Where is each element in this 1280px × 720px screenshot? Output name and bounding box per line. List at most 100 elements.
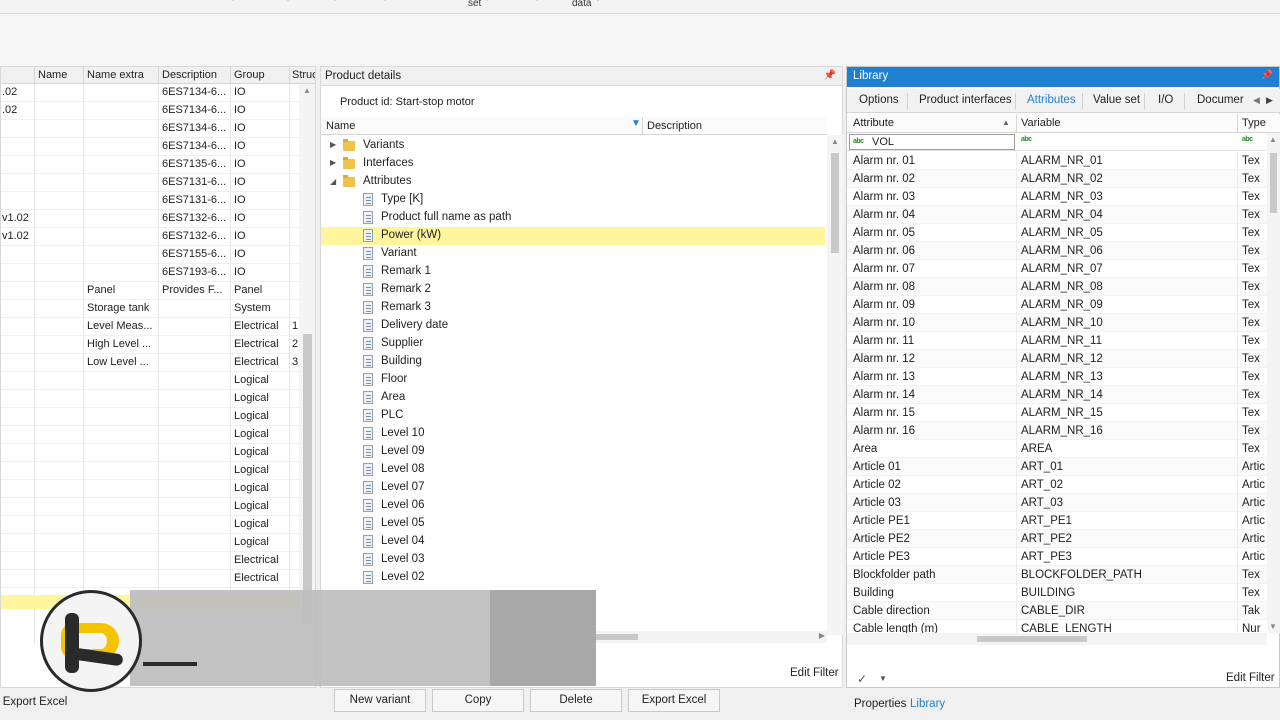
tree-item[interactable]: Type [K] [321, 191, 825, 209]
table-row[interactable]: Alarm nr. 14 ALARM_NR_14 Tex [847, 386, 1267, 404]
tree-item[interactable]: Power (kW) [321, 227, 825, 245]
tree-item[interactable]: Level 05 [321, 515, 825, 533]
chevron-left-icon[interactable]: ◀ [1253, 95, 1260, 106]
col-variable[interactable]: Variable [1021, 117, 1061, 129]
table-row[interactable]: Logical [1, 516, 299, 534]
table-row[interactable]: 6ES7131-6... IO [1, 192, 299, 210]
col-type[interactable]: Type [1242, 117, 1266, 129]
tree-item[interactable]: Remark 2 [321, 281, 825, 299]
table-row[interactable]: Panel Provides F... Panel [1, 282, 299, 300]
chevron-down-icon[interactable]: ▾ [383, 0, 387, 3]
collapse-icon[interactable]: ▶ [330, 158, 336, 167]
tree-item[interactable]: ▶ Interfaces [321, 155, 825, 173]
table-row[interactable]: Alarm nr. 13 ALARM_NR_13 Tex [847, 368, 1267, 386]
table-row[interactable]: 6ES7135-6... IO [1, 156, 299, 174]
col-structure[interactable]: Struc [292, 69, 315, 81]
abc-icon[interactable]: abc [1242, 136, 1253, 143]
col-description[interactable]: Description [162, 69, 228, 81]
collapse-icon[interactable]: ▶ [330, 140, 336, 149]
table-row[interactable]: v1.02 6ES7132-6... IO [1, 210, 299, 228]
tab-attributes[interactable]: Attributes [1027, 94, 1076, 106]
table-row[interactable]: Blockfolder path BLOCKFOLDER_PATH Tex [847, 566, 1267, 584]
tree-item[interactable]: Building [321, 353, 825, 371]
table-row[interactable]: .02 6ES7134-6... IO [1, 84, 299, 102]
edit-filter-link[interactable]: Edit Filter [1226, 672, 1275, 684]
table-row[interactable]: Logical [1, 390, 299, 408]
horizontal-scrollbar[interactable] [847, 633, 1267, 645]
table-row[interactable]: 6ES7134-6... IO [1, 120, 299, 138]
table-row[interactable]: Alarm nr. 07 ALARM_NR_07 Tex [847, 260, 1267, 278]
col-name-extra[interactable]: Name extra [87, 69, 157, 81]
scroll-up-icon[interactable]: ▲ [303, 86, 311, 95]
table-row[interactable]: Alarm nr. 02 ALARM_NR_02 Tex [847, 170, 1267, 188]
tree-item[interactable]: Supplier [321, 335, 825, 353]
table-row[interactable]: Logical [1, 372, 299, 390]
tree-item[interactable]: Variant [321, 245, 825, 263]
tab-documents[interactable]: Documer [1197, 94, 1244, 106]
ribbon-label-set[interactable]: set [468, 0, 481, 9]
table-row[interactable]: 6ES7193-6... IO [1, 264, 299, 282]
table-row[interactable]: Alarm nr. 03 ALARM_NR_03 Tex [847, 188, 1267, 206]
table-row[interactable]: Alarm nr. 08 ALARM_NR_08 Tex [847, 278, 1267, 296]
chevron-down-icon[interactable]: ▾ [485, 0, 489, 3]
table-row[interactable]: Electrical [1, 570, 299, 588]
table-row[interactable]: Alarm nr. 16 ALARM_NR_16 Tex [847, 422, 1267, 440]
table-row[interactable]: Area AREA Tex [847, 440, 1267, 458]
chevron-down-icon[interactable]: ▾ [535, 0, 539, 3]
table-row[interactable]: 6ES7155-6... IO [1, 246, 299, 264]
tree-item[interactable]: Delivery date [321, 317, 825, 335]
table-row[interactable]: Alarm nr. 11 ALARM_NR_11 Tex [847, 332, 1267, 350]
tab-properties[interactable]: Properties [854, 698, 906, 710]
tree-item[interactable]: Level 08 [321, 461, 825, 479]
tab-library[interactable]: Library [910, 698, 945, 710]
tab-value-set[interactable]: Value set [1093, 94, 1140, 106]
table-row[interactable]: 6ES7131-6... IO [1, 174, 299, 192]
table-row[interactable]: Low Level ... Electrical 3 [1, 354, 299, 372]
chevron-down-icon[interactable]: ▼ [879, 674, 887, 683]
tree-item[interactable]: Level 06 [321, 497, 825, 515]
table-row[interactable]: Logical [1, 426, 299, 444]
table-row[interactable]: 6ES7134-6... IO [1, 138, 299, 156]
attribute-filter-input[interactable]: abc VOL [849, 134, 1015, 150]
chevron-down-icon[interactable]: ▾ [286, 0, 290, 3]
tree-item[interactable]: Area [321, 389, 825, 407]
tree-item[interactable]: Level 02 [321, 569, 825, 587]
table-row[interactable]: Article 03 ART_03 Artic [847, 494, 1267, 512]
chevron-right-icon[interactable]: ▶ [1266, 95, 1273, 106]
tab-io[interactable]: I/O [1158, 94, 1173, 106]
tree-item[interactable]: PLC [321, 407, 825, 425]
table-row[interactable]: Alarm nr. 15 ALARM_NR_15 Tex [847, 404, 1267, 422]
vertical-scrollbar[interactable]: ▲ [299, 84, 315, 644]
table-row[interactable]: Alarm nr. 12 ALARM_NR_12 Tex [847, 350, 1267, 368]
col-group[interactable]: Group [234, 69, 289, 81]
table-row[interactable]: Article 01 ART_01 Artic [847, 458, 1267, 476]
table-row[interactable]: Alarm nr. 06 ALARM_NR_06 Tex [847, 242, 1267, 260]
tree-item[interactable]: ▶ Variants [321, 137, 825, 155]
table-row[interactable]: Alarm nr. 09 ALARM_NR_09 Tex [847, 296, 1267, 314]
expand-icon[interactable]: ◢ [330, 177, 336, 186]
tab-options[interactable]: Options [859, 94, 899, 106]
col-name[interactable]: Name [38, 69, 82, 81]
export-excel-button[interactable]: Export Excel [628, 689, 720, 712]
table-row[interactable]: Alarm nr. 04 ALARM_NR_04 Tex [847, 206, 1267, 224]
table-row[interactable]: Logical [1, 534, 299, 552]
tree-item[interactable]: Product full name as path [321, 209, 825, 227]
tree-item[interactable]: Level 03 [321, 551, 825, 569]
col-description[interactable]: Description [647, 120, 702, 132]
export-excel-button[interactable]: Export Excel [0, 692, 70, 715]
tree-item[interactable]: Remark 3 [321, 299, 825, 317]
tree-item[interactable]: Level 10 [321, 425, 825, 443]
tree-item[interactable]: Level 04 [321, 533, 825, 551]
table-row[interactable]: Article PE3 ART_PE3 Artic [847, 548, 1267, 566]
tree-item[interactable]: ◢ Attributes [321, 173, 825, 191]
vertical-scrollbar[interactable]: ▲ ▼ [1267, 133, 1280, 633]
col-name[interactable]: Name [326, 120, 355, 132]
chevron-down-icon[interactable]: ▾ [333, 0, 337, 3]
checkmark-icon[interactable]: ✓ [857, 672, 867, 686]
table-row[interactable]: Cable direction CABLE_DIR Tak [847, 602, 1267, 620]
tree-item[interactable]: Floor [321, 371, 825, 389]
table-row[interactable]: Article PE2 ART_PE2 Artic [847, 530, 1267, 548]
table-row[interactable]: Level Meas... Electrical 1 [1, 318, 299, 336]
table-row[interactable]: Logical [1, 498, 299, 516]
table-row[interactable]: Logical [1, 462, 299, 480]
